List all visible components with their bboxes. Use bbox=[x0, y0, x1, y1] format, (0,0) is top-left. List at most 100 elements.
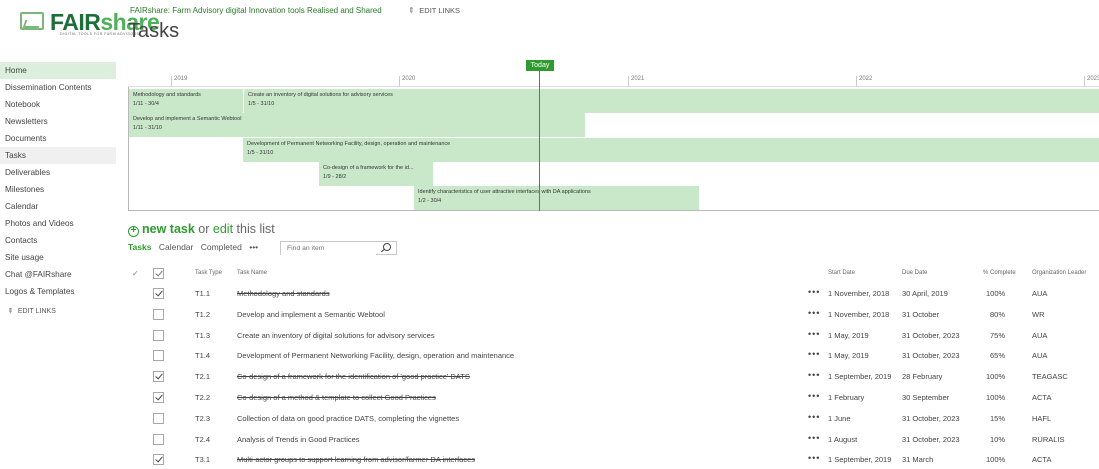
nav-item-documents[interactable]: Documents bbox=[0, 130, 116, 147]
table-row[interactable]: T1.3 Create an inventory of digital solu… bbox=[128, 325, 1099, 346]
task-name-link[interactable]: Collection of data on good practice DATS… bbox=[237, 414, 459, 423]
due-date: 30 September bbox=[902, 392, 950, 402]
timeline-bar[interactable]: Co-design of a framework for the id... 1/… bbox=[319, 162, 433, 186]
percent-complete: 100% bbox=[986, 289, 1006, 298]
nav-item-notebook[interactable]: Notebook bbox=[0, 96, 116, 113]
task-name-link[interactable]: Development of Permanent Networking Faci… bbox=[237, 351, 514, 360]
new-task-bar: + new task or edit this list bbox=[128, 222, 275, 237]
task-name-link[interactable]: Develop and implement a Semantic Webtool bbox=[237, 310, 385, 319]
timeline-year: 2019 bbox=[171, 76, 187, 87]
row-checkbox[interactable] bbox=[153, 350, 164, 362]
header-task-name[interactable]: Task Name bbox=[237, 270, 267, 276]
edit-list-link[interactable]: edit bbox=[213, 222, 233, 236]
task-name-link[interactable]: Co-design of a framework for the identif… bbox=[237, 372, 470, 381]
start-date: 1 August bbox=[828, 434, 858, 444]
row-checkbox[interactable] bbox=[153, 454, 164, 466]
organization-leader: HAFL bbox=[1032, 413, 1052, 423]
new-task-link[interactable]: new task bbox=[142, 222, 195, 236]
search-input[interactable] bbox=[281, 242, 376, 255]
table-row[interactable]: T3.1 Multi-actor groups to support learn… bbox=[128, 449, 1099, 469]
nav-item-home[interactable]: Home bbox=[0, 62, 116, 79]
row-menu-button[interactable]: ••• bbox=[808, 287, 820, 297]
search-icon[interactable] bbox=[383, 243, 391, 251]
plus-circle-icon[interactable]: + bbox=[128, 226, 139, 237]
timeline-bar[interactable]: Identify characteristics of user attract… bbox=[414, 186, 699, 210]
row-checkbox[interactable] bbox=[153, 288, 164, 299]
this-list-text: this list bbox=[236, 222, 275, 236]
organization-leader: WR bbox=[1032, 309, 1045, 319]
timeline-bar[interactable]: Methodology and standards 1/11 - 30/4 bbox=[129, 89, 243, 113]
percent-complete: 100% bbox=[986, 455, 1006, 465]
nav-item-calendar[interactable]: Calendar bbox=[0, 198, 116, 215]
nav-item-dissemination-contents[interactable]: Dissemination Contents bbox=[0, 79, 116, 96]
header-due-date[interactable]: Due Date bbox=[902, 270, 927, 276]
nav-edit-links[interactable]: ✎ EDIT LINKS bbox=[0, 307, 116, 316]
task-name-link[interactable]: Multi-actor groups to support learning f… bbox=[237, 455, 475, 464]
nav-item-deliverables[interactable]: Deliverables bbox=[0, 164, 116, 181]
nav-item-contacts[interactable]: Contacts bbox=[0, 232, 116, 249]
task-type: T1.2 bbox=[195, 309, 211, 319]
timeline-bar[interactable]: Development of Permanent Networking Faci… bbox=[243, 138, 1099, 162]
task-name-link[interactable]: Methodology and standards bbox=[237, 289, 330, 298]
start-date: 1 June bbox=[828, 413, 851, 423]
select-all-checkbox[interactable] bbox=[153, 268, 164, 279]
table-row[interactable]: T2.3 Collection of data on good practice… bbox=[128, 408, 1099, 429]
table-row[interactable]: T1.2 Develop and implement a Semantic We… bbox=[128, 304, 1099, 325]
timeline-bar[interactable]: Develop and implement a Semantic Webtool… bbox=[129, 113, 585, 137]
top-edit-links[interactable]: ✎ EDIT LINKS bbox=[405, 5, 460, 16]
header-organization-leader[interactable]: Organization Leader bbox=[1032, 270, 1086, 276]
timeline-year: 2022 bbox=[856, 76, 872, 87]
row-menu-button[interactable]: ••• bbox=[808, 433, 820, 443]
row-menu-button[interactable]: ••• bbox=[808, 308, 820, 318]
nav-item-tasks[interactable]: Tasks bbox=[0, 147, 116, 164]
row-menu-button[interactable]: ••• bbox=[808, 329, 820, 339]
fairshare-logo[interactable]: FAIRshare DIGITAL TOOLS FOR FARM ADVISOR… bbox=[20, 8, 160, 38]
row-checkbox[interactable] bbox=[153, 371, 164, 383]
due-date: 31 October bbox=[902, 309, 940, 319]
row-checkbox[interactable] bbox=[153, 308, 164, 320]
percent-complete: 100% bbox=[986, 372, 1006, 382]
or-text: or bbox=[198, 222, 210, 236]
nav-item-newsletters[interactable]: Newsletters bbox=[0, 113, 116, 130]
nav-item-logos-templates[interactable]: Logos & Templates bbox=[0, 283, 116, 300]
task-name-link[interactable]: Co-design of a method & template to coll… bbox=[237, 393, 436, 402]
table-header: ✓ Task Type Task Name Start Date Due Dat… bbox=[128, 266, 1099, 282]
header-task-type[interactable]: Task Type bbox=[195, 270, 222, 276]
more-views-button[interactable]: ••• bbox=[249, 242, 258, 252]
task-name-link[interactable]: Analysis of Trends in Good Practices bbox=[237, 435, 360, 444]
today-line bbox=[539, 71, 540, 211]
percent-complete: 75% bbox=[990, 330, 1006, 340]
view-tasks[interactable]: Tasks bbox=[128, 242, 151, 252]
table-row[interactable]: T1.1 Methodology and standards ••• 1 Nov… bbox=[128, 283, 1099, 304]
pencil-icon: ✎ bbox=[405, 5, 417, 16]
table-row[interactable]: T2.4 Analysis of Trends in Good Practice… bbox=[128, 429, 1099, 450]
timeline-bar[interactable]: Create an inventory of digital solutions… bbox=[243, 89, 1099, 113]
percent-complete: 10% bbox=[990, 434, 1006, 444]
task-name-link[interactable]: Create an inventory of digital solutions… bbox=[237, 331, 435, 340]
table-row[interactable]: T2.2 Co-design of a method & template to… bbox=[128, 387, 1099, 408]
site-title-link[interactable]: FAIRshare: Farm Advisory digital Innovat… bbox=[130, 6, 382, 15]
view-calendar[interactable]: Calendar bbox=[159, 242, 194, 252]
search-box[interactable] bbox=[280, 241, 397, 255]
row-menu-button[interactable]: ••• bbox=[808, 370, 820, 380]
view-completed[interactable]: Completed bbox=[201, 242, 242, 252]
table-row[interactable]: T2.1 Co-design of a framework for the id… bbox=[128, 366, 1099, 387]
logo-chart-icon bbox=[20, 12, 44, 30]
row-menu-button[interactable]: ••• bbox=[808, 349, 820, 359]
row-checkbox[interactable] bbox=[153, 412, 164, 424]
table-row[interactable]: T1.4 Development of Permanent Networking… bbox=[128, 345, 1099, 366]
row-checkbox[interactable] bbox=[153, 329, 164, 341]
row-menu-button[interactable]: ••• bbox=[808, 391, 820, 401]
row-menu-button[interactable]: ••• bbox=[808, 412, 820, 422]
row-menu-button[interactable]: ••• bbox=[808, 453, 820, 463]
nav-item-site-usage[interactable]: Site usage bbox=[0, 249, 116, 266]
nav-item-photos-and-videos[interactable]: Photos and Videos bbox=[0, 215, 116, 232]
nav-item-chat[interactable]: Chat @FAIRshare bbox=[0, 266, 116, 283]
row-checkbox[interactable] bbox=[153, 433, 164, 445]
header-start-date[interactable]: Start Date bbox=[828, 270, 855, 276]
row-checkbox[interactable] bbox=[153, 391, 164, 403]
nav-item-milestones[interactable]: Milestones bbox=[0, 181, 116, 198]
percent-complete: 15% bbox=[990, 413, 1006, 423]
header-percent-complete[interactable]: % Complete bbox=[983, 270, 1016, 276]
timeline-year: 2020 bbox=[399, 76, 415, 87]
